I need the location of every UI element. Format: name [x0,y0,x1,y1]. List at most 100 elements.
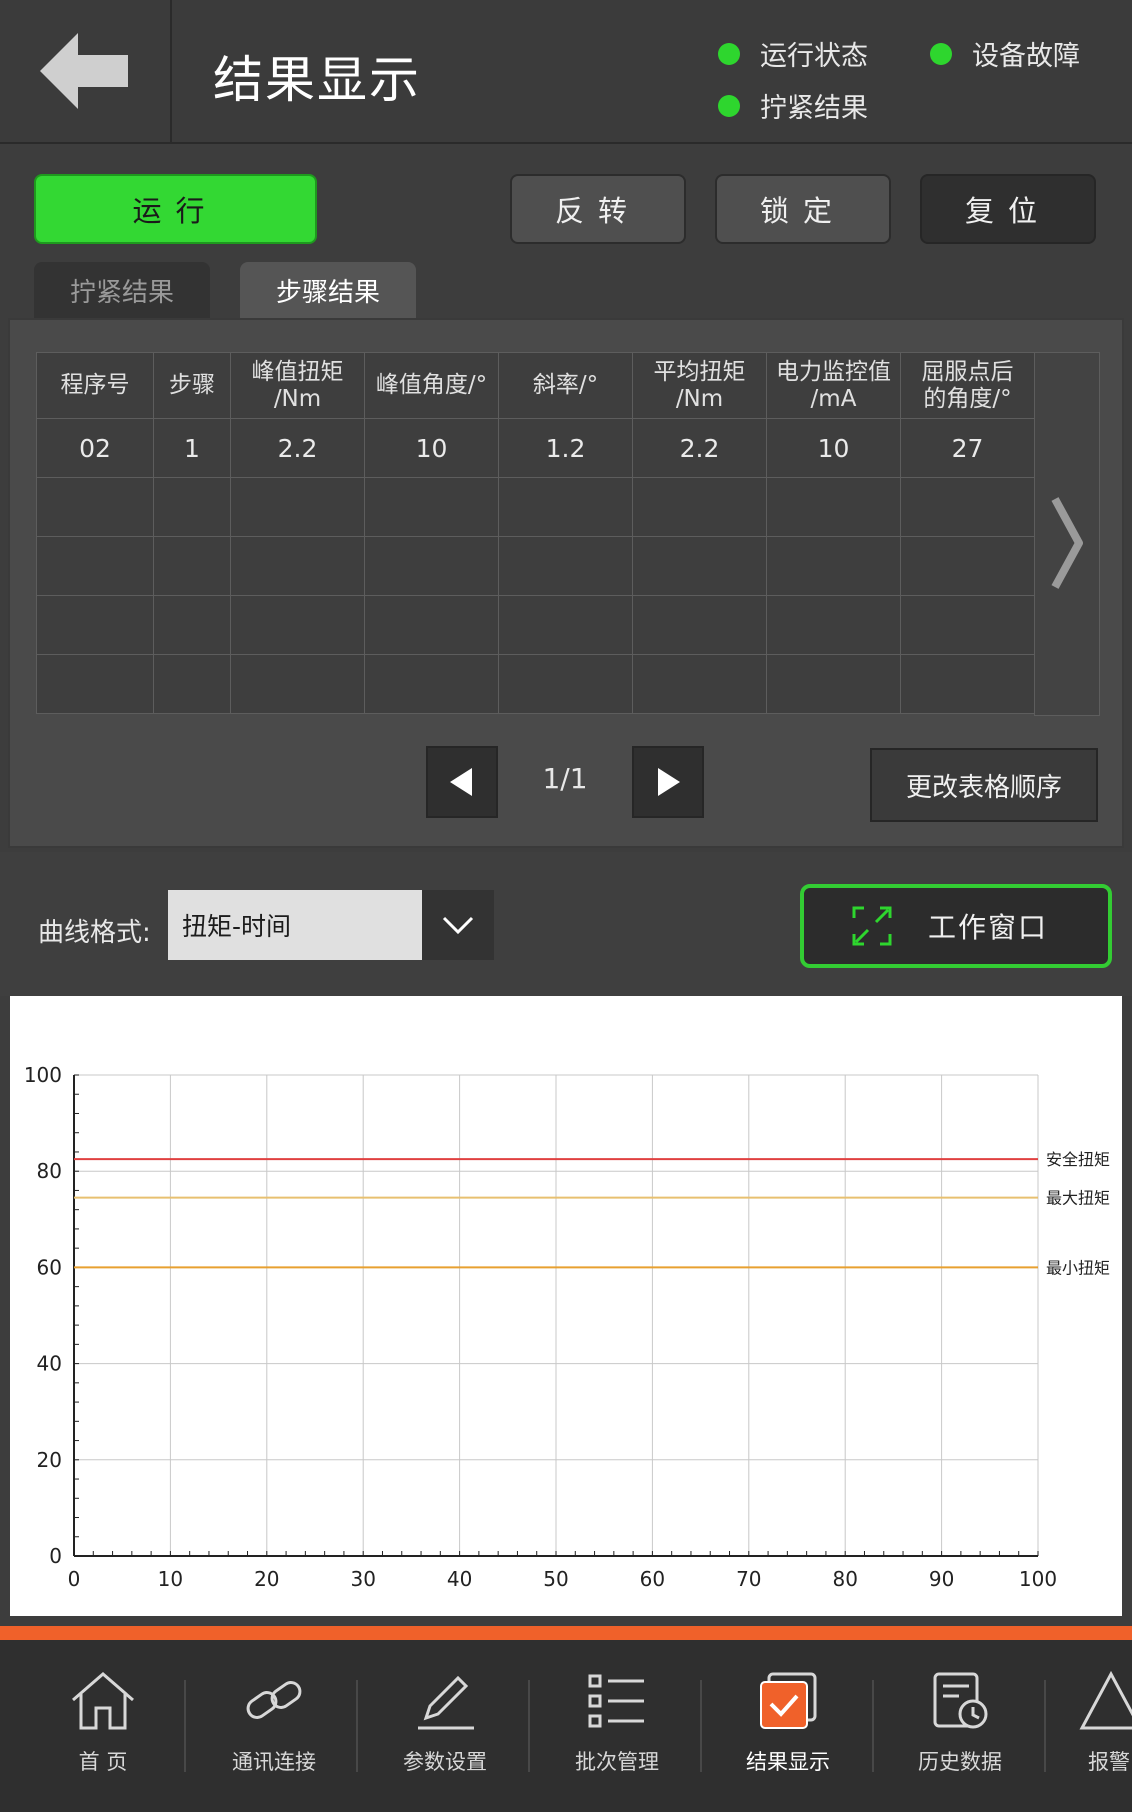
reference-line-label: 安全扭矩 [1046,1150,1110,1169]
table-cell [632,477,767,537]
y-tick-label: 80 [37,1159,62,1183]
prev-page-button[interactable] [426,746,498,818]
nav-divider [872,1680,874,1772]
change-table-order-button[interactable]: 更改表格顺序 [870,748,1098,822]
table-row [36,477,1035,537]
nav-item-communication[interactable]: 通讯连接 [199,1670,349,1800]
triangle-right-icon [658,768,680,796]
next-page-button[interactable] [632,746,704,818]
nav-label: 报警 [1088,1750,1130,1774]
table-cell [632,536,767,596]
nav-item-batch[interactable]: 批次管理 [542,1670,692,1800]
nav-item-history[interactable]: 历史数据 [885,1670,1035,1800]
table-cell [36,595,154,655]
table-cell: 10 [364,418,499,478]
curve-format-dropdown-button[interactable] [422,890,494,960]
table-header-row: 程序号 步骤 峰值扭矩 /Nm 峰值角度/° 斜率/° 平均扭矩 /Nm 电力监… [36,352,1035,419]
y-tick-label: 60 [37,1255,62,1279]
nav-label: 首 页 [78,1750,128,1774]
table-cell: 1 [153,418,231,478]
nav-accent-bar [0,1626,1132,1640]
column-header: 斜率/° [498,352,633,419]
y-tick-label: 0 [49,1544,62,1568]
status-result: 拧紧结果 [718,86,868,125]
top-bar: 结果显示 运行状态 设备故障 拧紧结果 [0,0,1132,144]
nav-label: 结果显示 [746,1750,830,1774]
page-title: 结果显示 [213,51,421,109]
curve-format-label: 曲线格式: [38,918,151,948]
home-icon [72,1672,134,1730]
nav-item-results[interactable]: 结果显示 [713,1670,863,1800]
reference-line-label: 最小扭矩 [1046,1258,1110,1277]
table-cell [230,595,365,655]
expand-icon [852,906,892,946]
status-dot-icon [930,42,952,65]
work-window-button[interactable]: 工作窗口 [800,884,1112,968]
table-cell [153,595,231,655]
list-icon [588,1674,644,1728]
torque-time-chart: 0 10 20 30 40 50 60 70 80 90 100 0 20 40 60 80 100 安全扭矩 最大… [10,996,1122,1616]
chevron-down-icon [442,916,474,935]
table-row [36,654,1035,714]
column-header: 平均扭矩 /Nm [632,352,767,419]
chart-svg: 0 10 20 30 40 50 60 70 80 90 100 0 20 40 60 80 100 安全扭矩最大… [24,1063,1110,1591]
table-cell [632,654,767,714]
history-icon [933,1672,988,1729]
table-cell [900,595,1035,655]
x-tick-label: 100 [1019,1567,1057,1591]
column-header: 程序号 [36,352,154,419]
triangle-left-icon [450,768,472,796]
table-cell [153,654,231,714]
back-button[interactable] [0,0,172,142]
table-cell [498,654,633,714]
result-icon [760,1672,817,1729]
status-fault: 设备故障 [930,34,1080,73]
nav-divider [356,1680,358,1772]
table-next-columns-button[interactable] [1034,352,1100,716]
x-tick-label: 80 [832,1567,857,1591]
nav-divider [700,1680,702,1772]
table-cell [230,477,365,537]
y-tick-label: 40 [37,1352,62,1376]
table-cell [230,654,365,714]
table-cell [230,536,365,596]
curve-format-select[interactable]: 扭矩-时间 [168,890,422,960]
table-cell: 1.2 [498,418,633,478]
nav-item-alarm[interactable]: 报警 [1058,1670,1132,1800]
status-run: 运行状态 [718,34,868,73]
chevron-right-icon [1051,497,1083,589]
run-button[interactable]: 运行 [34,174,317,244]
table-cell [766,595,901,655]
x-tick-label: 50 [543,1567,568,1591]
nav-item-parameters[interactable]: 参数设置 [370,1670,520,1800]
tab-step-result[interactable]: 步骤结果 [240,262,416,318]
table-cell [900,536,1035,596]
table-cell [766,654,901,714]
table-cell [36,477,154,537]
x-tick-label: 70 [736,1567,761,1591]
x-tick-label: 40 [447,1567,472,1591]
table-cell: 27 [900,418,1035,478]
lock-button[interactable]: 锁定 [715,174,891,244]
page-indicator: 1/1 [542,762,588,795]
table-cell [364,595,499,655]
column-header: 峰值角度/° [364,352,499,419]
step-result-table: 程序号 步骤 峰值扭矩 /Nm 峰值角度/° 斜率/° 平均扭矩 /Nm 电力监… [36,352,1035,714]
column-header: 屈服点后 的角度/° [900,352,1035,419]
status-label: 运行状态 [760,41,868,72]
reverse-button[interactable]: 反转 [510,174,686,244]
table-cell [498,536,633,596]
status-dot-icon [718,94,740,117]
tab-tightening-result[interactable]: 拧紧结果 [34,262,210,318]
work-window-label: 工作窗口 [928,911,1049,944]
table-cell [498,477,633,537]
nav-item-home[interactable]: 首 页 [28,1670,178,1800]
table-cell: 02 [36,418,154,478]
pencil-icon [418,1675,474,1730]
nav-label: 参数设置 [403,1750,487,1774]
status-dot-icon [718,42,740,65]
reset-button[interactable]: 复位 [920,174,1096,244]
nav-label: 批次管理 [575,1750,659,1774]
table-cell [766,536,901,596]
table-cell: 2.2 [632,418,767,478]
